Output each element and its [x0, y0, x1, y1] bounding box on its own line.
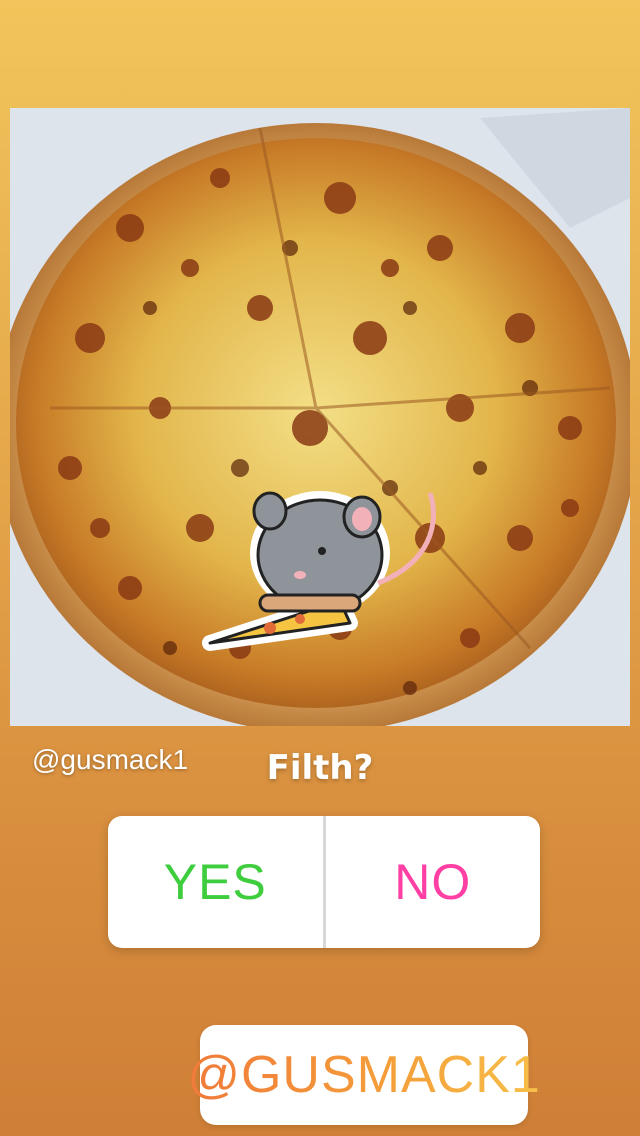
pizza-photo [10, 108, 630, 726]
mention-text: @GUSMACK1 [187, 1046, 541, 1104]
poll-question: Filth? [266, 748, 374, 788]
poll-sticker: YES NO [108, 816, 540, 948]
pizza-image [10, 108, 630, 726]
poll-option-no-label: NO [394, 854, 472, 910]
poll-option-no[interactable]: NO [326, 816, 541, 948]
poll-option-yes[interactable]: YES [108, 816, 323, 948]
poll-option-yes-label: YES [163, 854, 267, 910]
mention-sticker[interactable]: @GUSMACK1 [187, 1025, 540, 1125]
